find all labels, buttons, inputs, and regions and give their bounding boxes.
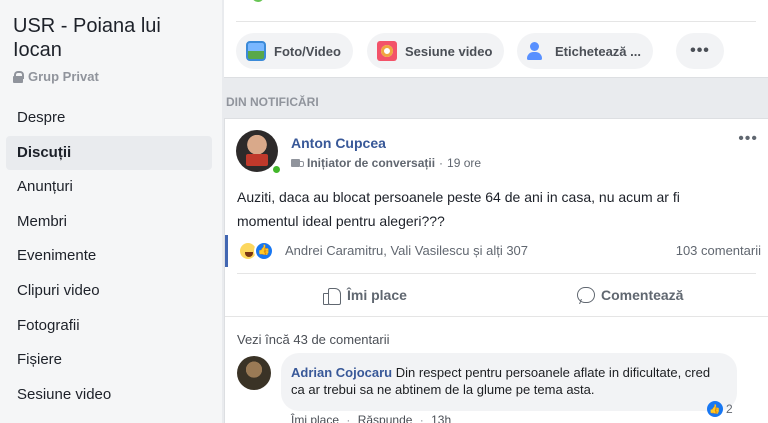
post-author[interactable]: Anton Cupcea [291, 135, 386, 151]
privacy-text: Grup Privat [28, 69, 99, 84]
comment-button-label: Comentează [601, 287, 684, 303]
comment-actions: Îmi place · Răspunde · 13h [291, 413, 451, 423]
view-more-comments-link[interactable]: Vezi încă 43 de comentarii [237, 332, 389, 347]
section-label: DIN NOTIFICĂRI [226, 95, 319, 109]
reactions-summary: 👍 Andrei Caramitru, Vali Vasilescu și al… [225, 235, 768, 267]
comment-bubble-icon [577, 287, 595, 303]
comment-reply-link[interactable]: Răspunde [358, 413, 413, 423]
tag-people-button[interactable]: Etichetează ... [517, 33, 653, 69]
group-name[interactable]: USR - Poiana lui Iocan [13, 14, 213, 62]
sidebar-item-clipuri-video[interactable]: Clipuri video [6, 274, 212, 309]
post-text-line: Auziti, daca au blocat persoanele peste … [237, 189, 680, 205]
comment-count[interactable]: 103 comentarii [676, 243, 761, 258]
sidebar-item-despre[interactable]: Despre [6, 101, 212, 136]
post-body: Auziti, daca au blocat persoanele peste … [237, 185, 757, 233]
comment-author[interactable]: Adrian Cojocaru [291, 365, 392, 380]
group-nav: Despre Discuții Anunțuri Membri Evenimen… [6, 101, 212, 412]
meta-separator: · [439, 156, 444, 170]
group-privacy-label: Grup Privat [13, 69, 99, 84]
live-video-icon [377, 41, 397, 61]
like-button-label: Îmi place [347, 287, 407, 303]
live-video-label: Sesiune video [405, 43, 493, 59]
thumbs-up-icon [323, 286, 341, 305]
photo-video-icon [246, 41, 266, 61]
reaction-icons[interactable]: 👍 [238, 241, 274, 261]
post-options-button[interactable]: ••• [738, 130, 758, 148]
tag-people-label: Etichetează ... [555, 43, 641, 59]
conversation-starter-icon [291, 158, 304, 168]
divider [225, 316, 768, 317]
feed-post: Anton Cupcea Inițiator de conversații · … [224, 118, 768, 423]
divider [237, 273, 756, 274]
like-icon: 👍 [254, 241, 274, 261]
tag-people-icon [527, 41, 547, 61]
group-sidebar: USR - Poiana lui Iocan Grup Privat Despr… [0, 0, 222, 423]
live-video-button[interactable]: Sesiune video [367, 33, 505, 69]
post-meta: Inițiator de conversații · 19 ore [291, 156, 481, 170]
commenter-avatar[interactable] [237, 356, 271, 390]
like-icon: 👍 [707, 401, 723, 417]
post-text-line: momentul ideal pentru alegeri??? [237, 213, 445, 229]
sidebar-item-sesiune-video[interactable]: Sesiune video [6, 378, 212, 413]
sidebar-item-anunturi[interactable]: Anunțuri [6, 170, 212, 205]
separator-dot: · [346, 413, 351, 423]
comment-bubble: Adrian Cojocaru Din respect pentru perso… [281, 353, 737, 411]
comment-like-count: 2 [726, 402, 733, 416]
author-badge: Inițiator de conversații [307, 156, 436, 170]
like-button[interactable]: Îmi place [323, 283, 407, 307]
sidebar-item-fotografii[interactable]: Fotografii [6, 309, 212, 344]
comment-like-link[interactable]: Îmi place [291, 413, 339, 423]
divider [236, 21, 756, 22]
sidebar-item-membri[interactable]: Membri [6, 205, 212, 240]
reaction-names[interactable]: Andrei Caramitru, Vali Vasilescu și alți… [285, 243, 528, 258]
composer-more-button[interactable]: ••• [676, 33, 724, 69]
separator-dot: · [419, 413, 424, 423]
lock-icon [13, 70, 24, 83]
photo-video-button[interactable]: Foto/Video [236, 33, 353, 69]
sidebar-item-fisiere[interactable]: Fișiere [6, 343, 212, 378]
post-composer: Foto/Video Sesiune video Etichetează ...… [224, 0, 768, 78]
comment-time[interactable]: 13h [431, 413, 451, 423]
composer-icon [252, 0, 264, 2]
photo-video-label: Foto/Video [274, 43, 341, 59]
comment-reactions[interactable]: 👍 2 [707, 401, 733, 417]
post-time[interactable]: 19 ore [447, 156, 481, 170]
sidebar-item-evenimente[interactable]: Evenimente [6, 239, 212, 274]
sidebar-item-discutii[interactable]: Discuții [6, 135, 212, 171]
comment-button[interactable]: Comentează [577, 283, 683, 307]
online-status-icon [271, 164, 282, 175]
